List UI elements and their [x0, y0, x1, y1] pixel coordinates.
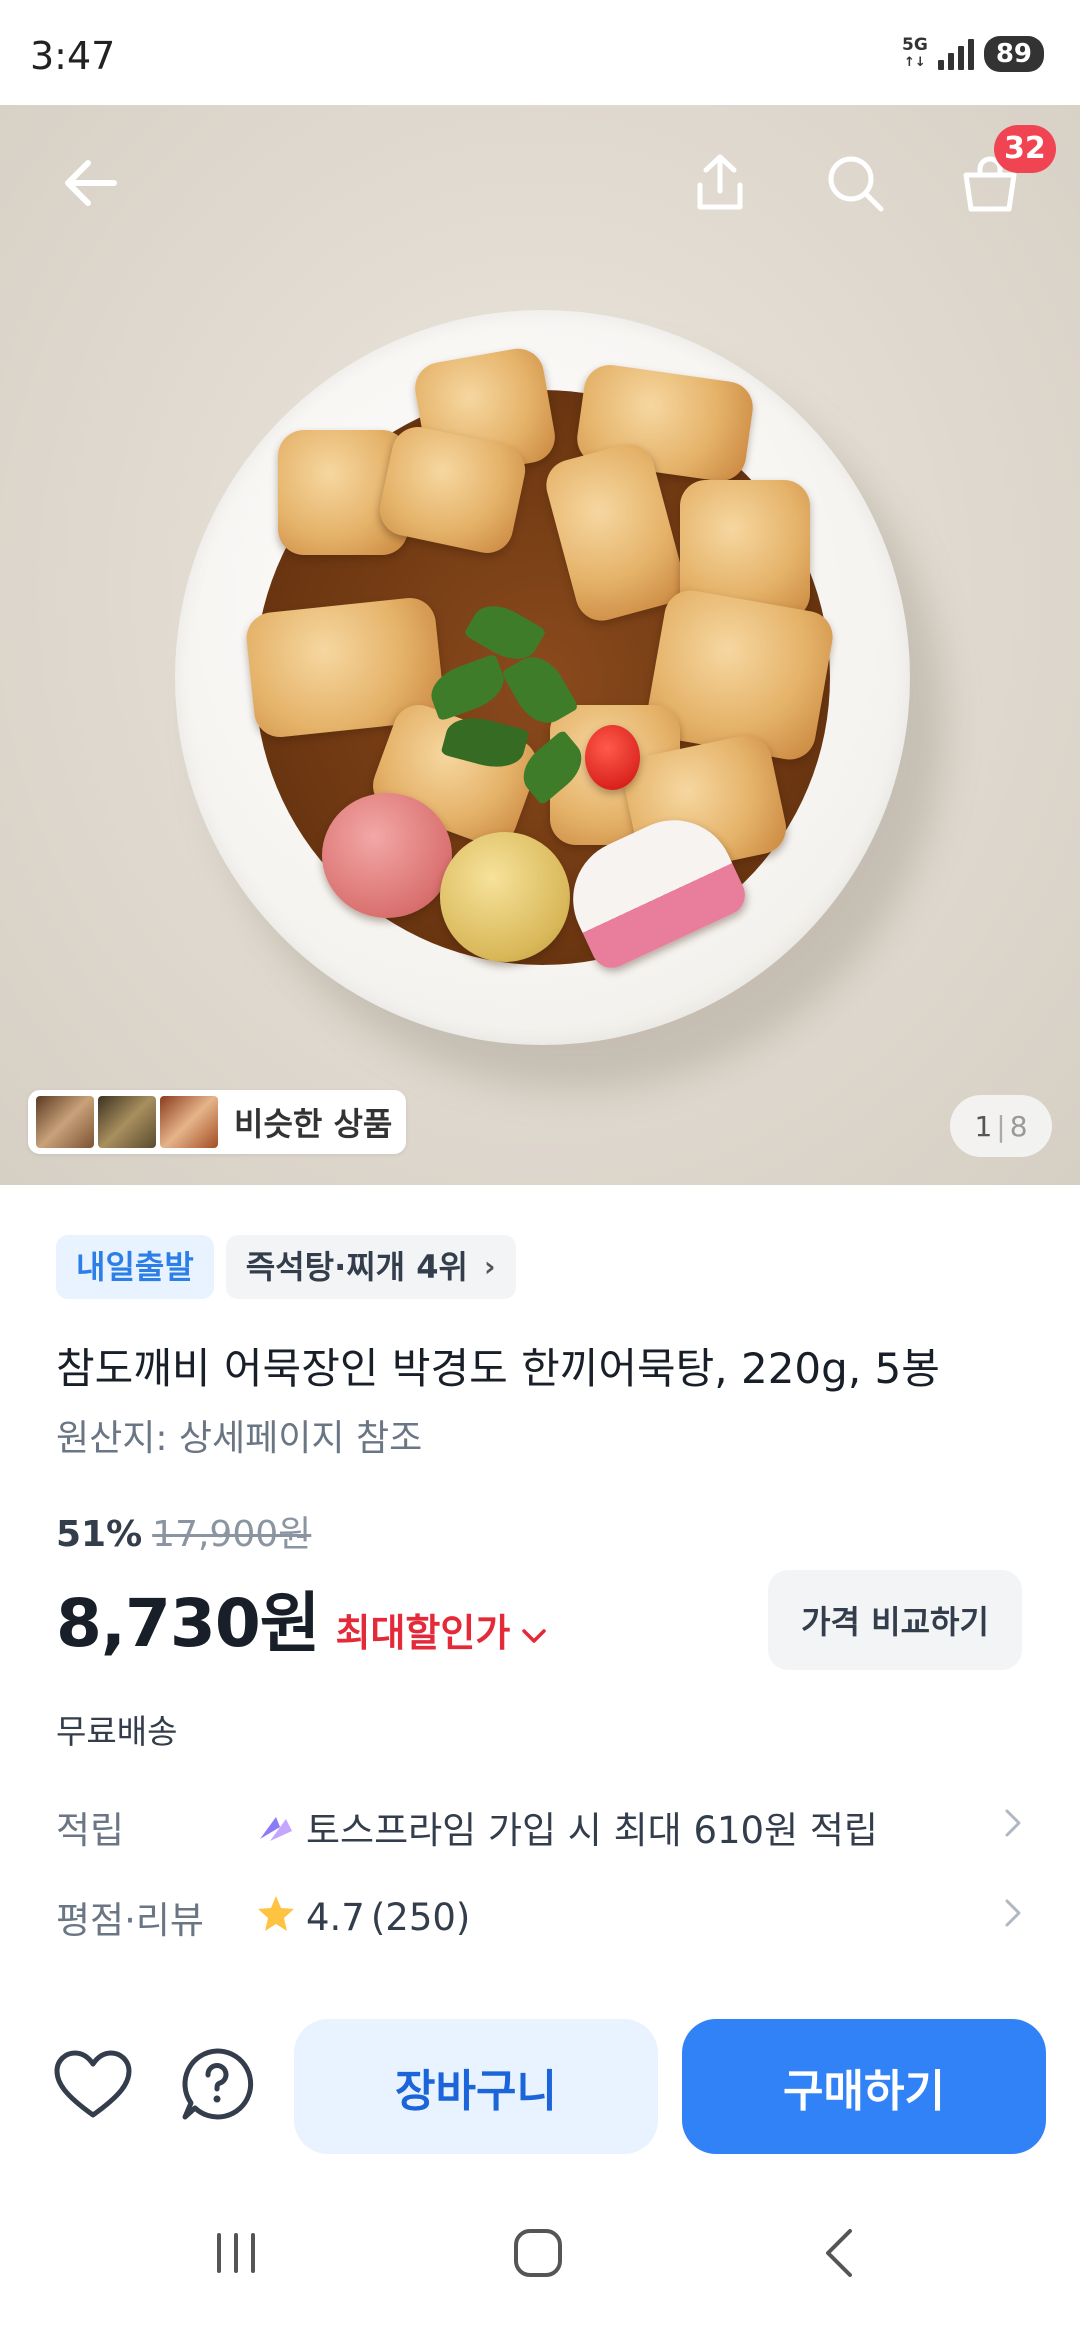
system-back-button[interactable]	[790, 2210, 890, 2300]
battery-icon: 89	[983, 36, 1044, 72]
similar-thumbnail	[160, 1096, 218, 1148]
rank-badge[interactable]: 즉석탕·찌개 4위 ›	[225, 1235, 516, 1299]
signal-icon	[937, 38, 974, 70]
add-to-cart-button[interactable]: 장바구니	[294, 2019, 658, 2154]
rating-label: 평점·리뷰	[56, 1899, 204, 1942]
points-label: 적립	[56, 1809, 125, 1852]
cart-count-badge: 32	[994, 125, 1056, 173]
discount-percent: 51%	[56, 1514, 143, 1555]
status-icons: 5G ↑↓ 89	[902, 36, 1044, 72]
review-count: (250)	[370, 1895, 471, 1939]
status-bar: 3:47 5G ↑↓ 89	[0, 0, 1080, 105]
question-bubble-icon	[177, 2045, 257, 2129]
share-button[interactable]	[680, 145, 760, 225]
product-title: 참도깨비 어묵장인 박경도 한끼어묵탕, 220g, 5봉	[56, 1344, 940, 1393]
system-nav-bar	[0, 2170, 1080, 2340]
badge-row: 내일출발 즉석탕·찌개 4위 ›	[56, 1235, 516, 1299]
free-shipping: 무료배송	[56, 1712, 178, 1751]
original-price: 17,900원	[152, 1514, 312, 1555]
5g-icon: 5G ↑↓	[902, 35, 928, 71]
inquiry-button[interactable]	[172, 2042, 262, 2132]
home-button[interactable]	[488, 2210, 588, 2300]
similar-products-button[interactable]: 비슷한 상품	[28, 1090, 407, 1154]
back-arrow-icon	[58, 151, 122, 219]
search-button[interactable]	[815, 145, 895, 225]
toss-prime-icon	[256, 1811, 296, 1843]
points-row[interactable]: 적립 토스프라임 가입 시 최대 610원 적립	[56, 1800, 1024, 1854]
buy-now-button[interactable]: 구매하기	[682, 2019, 1046, 2154]
bottom-action-bar: 장바구니 구매하기	[0, 2000, 1080, 2170]
discount-row: 51% 17,900원	[56, 1505, 311, 1557]
star-icon	[256, 1894, 296, 1941]
search-icon	[823, 151, 887, 219]
rating-value: 4.7 (250)	[256, 1894, 1002, 1941]
similar-products-label: 비슷한 상품	[234, 1105, 393, 1143]
rating-row[interactable]: 평점·리뷰 4.7 (250)	[56, 1890, 1024, 1944]
product-origin: 원산지: 상세페이지 참조	[56, 1418, 423, 1459]
back-chevron-icon	[820, 2227, 860, 2283]
points-value: 토스프라임 가입 시 최대 610원 적립	[256, 1800, 1002, 1854]
home-icon	[512, 2227, 564, 2283]
share-icon	[688, 151, 752, 219]
chevron-down-icon[interactable]	[520, 1619, 548, 1654]
image-page-indicator: 1 | 8	[950, 1095, 1052, 1157]
heart-icon	[53, 2049, 133, 2125]
fish-ball-pink	[322, 793, 452, 918]
chevron-right-icon	[1002, 1806, 1024, 1849]
product-image[interactable]: 32 비슷한 상품 1 | 8	[0, 105, 1080, 1185]
status-time: 3:47	[30, 34, 116, 78]
recent-apps-icon	[211, 2231, 261, 2279]
chevron-right-icon: ›	[483, 1250, 496, 1283]
delivery-badge: 내일출발	[56, 1235, 214, 1299]
max-discount-toggle[interactable]: 최대할인가	[335, 1602, 510, 1657]
chevron-right-icon	[1002, 1896, 1024, 1939]
recent-apps-button[interactable]	[186, 2210, 286, 2300]
back-button[interactable]	[50, 145, 130, 225]
price-row: 8,730원 최대할인가	[56, 1570, 548, 1666]
fish-ball	[440, 832, 570, 962]
similar-thumbnail	[36, 1096, 94, 1148]
sale-price: 8,730원	[56, 1585, 320, 1662]
similar-thumbnail	[98, 1096, 156, 1148]
red-pepper	[585, 725, 640, 790]
price-compare-button[interactable]: 가격 비교하기	[768, 1570, 1022, 1670]
wishlist-button[interactable]	[48, 2042, 138, 2132]
